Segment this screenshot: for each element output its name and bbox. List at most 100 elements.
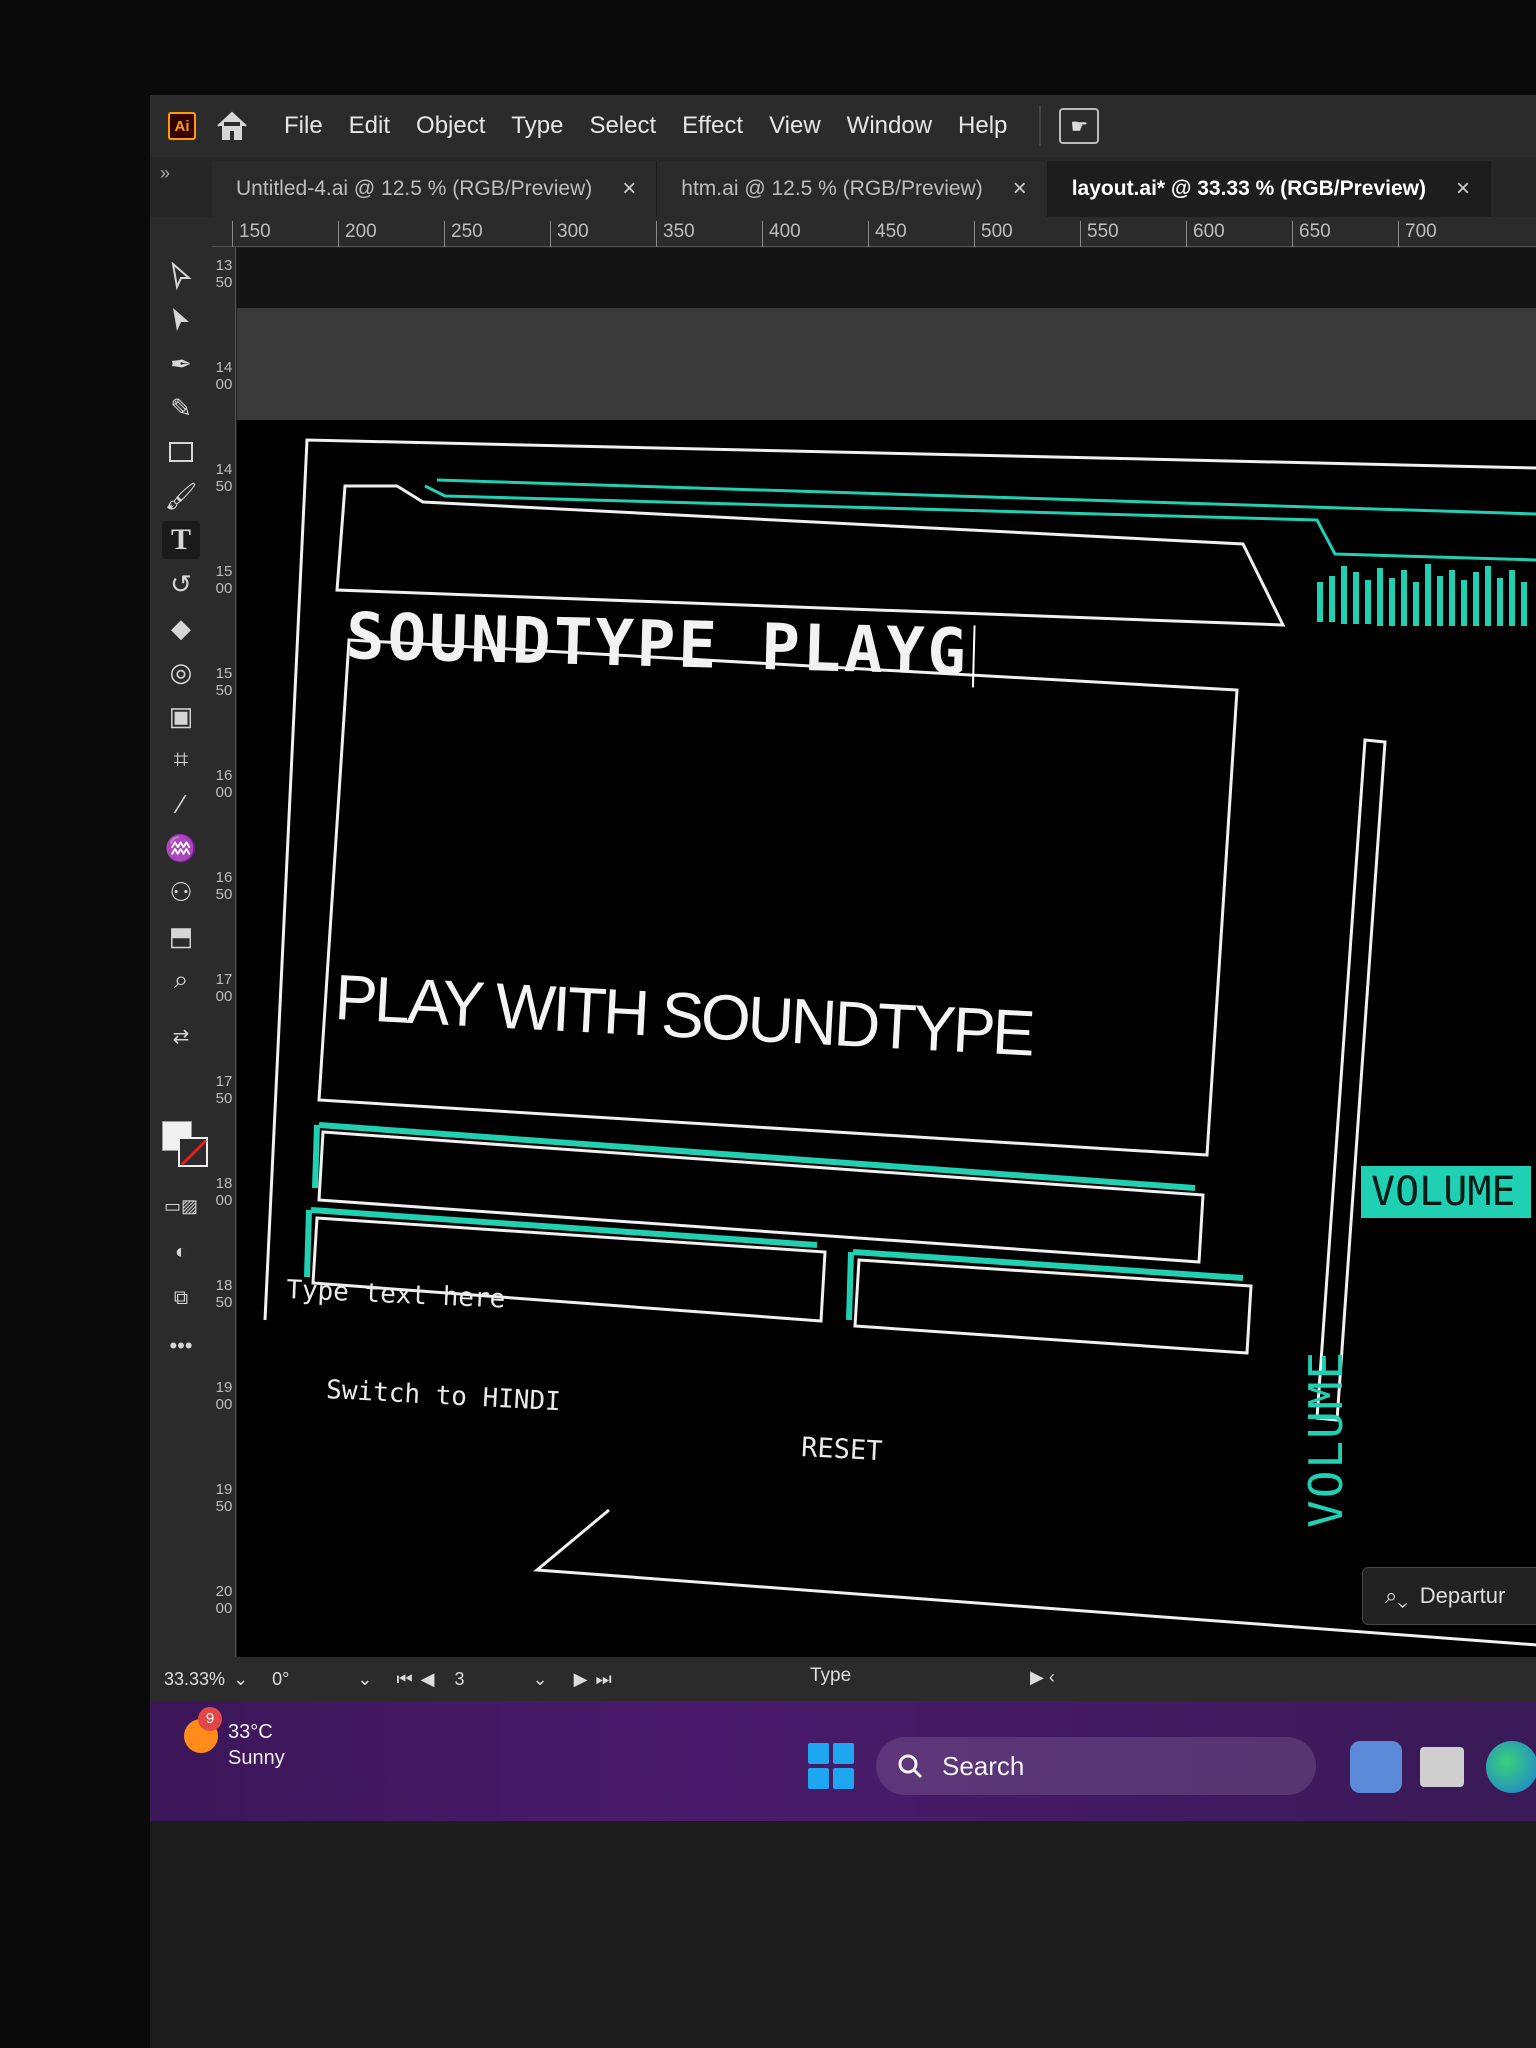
sun-icon: 9 [184,1707,222,1753]
more-tools-icon[interactable]: ••• [162,1327,200,1365]
search-icon [898,1754,923,1779]
ruler-tick: 350 [656,221,695,247]
status-play-icon[interactable]: ▶ ‹ [1030,1667,1055,1688]
menu-effect[interactable]: Effect [682,112,743,140]
stroke-swatch[interactable] [178,1137,208,1167]
selection-tool-icon[interactable] [162,257,200,295]
ruler-tick: 1850 [215,1277,233,1311]
horizontal-ruler: 150 200 250 300 350 400 450 500 550 600 650 700 [212,217,1536,247]
panel-collapse-icon[interactable]: » [150,157,212,217]
ruler-tick: 1600 [215,767,233,801]
equalizer-bars [1317,564,1527,626]
reset-button[interactable]: RESET [800,1432,883,1467]
document-tab[interactable]: Untitled-4.ai @ 12.5 % (RGB/Preview) × [212,161,658,217]
gradient-tool-icon[interactable]: ▣ [162,697,200,735]
task-view-icon[interactable] [1420,1747,1464,1787]
arrange-documents-icon[interactable]: ☛ [1059,108,1100,144]
ruler-tick: 650 [1292,221,1331,247]
ruler-tick: 550 [1080,221,1119,247]
edge-browser-icon[interactable] [1486,1741,1536,1793]
rotate-value: 0° [272,1668,290,1689]
menu-separator [1039,106,1042,146]
ruler-tick: 300 [550,221,589,247]
ruler-tick: 250 [444,221,483,247]
zoom-control[interactable]: 33.33% ⌄ [152,1669,260,1690]
menu-select[interactable]: Select [589,112,656,140]
volume-label[interactable]: VOLUME [1361,1166,1531,1218]
floating-search-text: Departur [1419,1583,1506,1608]
current-tool: Type [810,1665,852,1686]
menu-window[interactable]: Window [847,112,932,140]
ruler-tick: 1650 [215,869,233,903]
rectangle-tool-icon[interactable] [162,433,200,471]
ruler-tick: 1350 [215,257,233,291]
mesh-tool-icon[interactable]: ⌗ [162,741,200,779]
menu-items: File Edit Object Type Select Effect View Window… [284,112,1007,140]
ruler-tick: 1750 [215,1073,233,1107]
first-artboard-icon[interactable]: ⏮ [396,1669,412,1690]
screen-mode-icon[interactable]: ⧉ [162,1279,200,1317]
menu-file[interactable]: File [284,112,323,140]
artboard[interactable]: SOUNDTYPE PLAYG PLAY WITH SOUNDTYPE Type… [237,420,1536,1700]
menu-edit[interactable]: Edit [349,112,390,140]
weather-widget[interactable]: 9 33°C Sunny [184,1707,285,1771]
direct-selection-tool-icon[interactable] [162,301,200,339]
shape-builder-tool-icon[interactable]: ⚇ [162,873,200,911]
eyedropper-tool-icon[interactable]: ⁄ [162,785,200,823]
illustrator-logo: Ai [168,112,196,140]
ruler-tick: 450 [868,221,907,247]
menu-help[interactable]: Help [958,112,1007,140]
windows-taskbar: 9 33°C Sunny Search [150,1701,1536,1821]
ruler-tick: 600 [1186,221,1225,247]
ruler-tick: 1450 [215,461,233,495]
tab-label: Untitled-4.ai @ 12.5 % (RGB/Preview) [236,177,593,200]
ruler-tick: 200 [338,221,377,247]
tab-label: layout.ai* @ 33.33 % (RGB/Preview) [1071,177,1426,200]
next-artboard-icon[interactable]: ▶ [574,1669,588,1690]
blend-tool-icon[interactable]: ♒ [162,829,200,867]
rotate-control[interactable]: 0° ⌄ [260,1669,384,1690]
ruler-tick: 1800 [215,1175,233,1209]
volume-vertical-label[interactable]: VOLUME [1299,1350,1353,1528]
previous-artboard-icon[interactable]: ◀ [421,1669,435,1690]
chevron-down-icon: ⌄ [357,1668,373,1689]
chevron-down-icon: ⌄ [532,1668,548,1689]
menu-view[interactable]: View [769,112,821,140]
home-icon[interactable] [214,109,250,143]
type-tool-icon[interactable]: T [162,521,200,559]
floating-search-widget[interactable]: ⌕⌄ Departur [1362,1567,1536,1625]
document-tab[interactable]: layout.ai* @ 33.33 % (RGB/Preview) × [1047,161,1492,217]
close-icon[interactable]: × [1013,175,1027,203]
close-icon[interactable]: × [622,175,636,203]
taskbar-app-icon[interactable] [1350,1741,1402,1793]
close-icon[interactable]: × [1456,175,1470,203]
zoom-tool-icon[interactable]: ⌕ [162,961,200,999]
lasso-tool-icon[interactable]: ◎ [162,653,200,691]
curvature-tool-icon[interactable]: ✎ [162,389,200,427]
color-mode-icon[interactable]: ▭▨ [162,1187,200,1225]
notification-badge: 9 [198,1707,222,1731]
swap-fill-stroke-icon[interactable]: ⇄ [162,1017,200,1055]
ruler-tick: 1900 [215,1379,233,1413]
pen-tool-icon[interactable]: ✒ [162,345,200,383]
windows-start-icon[interactable] [808,1743,854,1789]
ruler-tick: 2000 [215,1583,233,1617]
paintbrush-tool-icon[interactable]: 🖌 [162,477,200,515]
tools-panel: ✒ ✎ 🖌 T ↺ ◆ ◎ ▣ ⌗ ⁄ ♒ ⚇ ⬒ ⌕ ⇄ ▭▨ ◐ ⧉ ••• [150,217,212,1697]
taskbar-search[interactable]: Search [876,1737,1316,1795]
draw-mode-icon[interactable]: ◐ [162,1233,200,1271]
menu-type[interactable]: Type [511,112,563,140]
last-artboard-icon[interactable]: ⏭ [595,1669,611,1690]
menu-object[interactable]: Object [416,112,485,140]
ruler-tick: 150 [232,221,271,247]
rotate-tool-icon[interactable]: ↺ [162,565,200,603]
canvas[interactable]: SOUNDTYPE PLAYG PLAY WITH SOUNDTYPE Type… [237,248,1536,1700]
vertical-ruler: 1350 1400 1450 1500 1550 1600 1650 1700 1750 1800… [212,247,236,1697]
eraser-tool-icon[interactable]: ◆ [162,609,200,647]
artboard-navigator[interactable]: ⏮ ◀ 3 ⌄ ▶ ⏭ [384,1669,623,1690]
artboard-number: 3 [454,1668,465,1689]
pasteboard-band [237,308,1536,420]
artboard-tool-icon[interactable]: ⬒ [162,917,200,955]
document-tab[interactable]: htm.ai @ 12.5 % (RGB/Preview) × [657,161,1048,217]
ruler-tick: 1700 [215,971,233,1005]
